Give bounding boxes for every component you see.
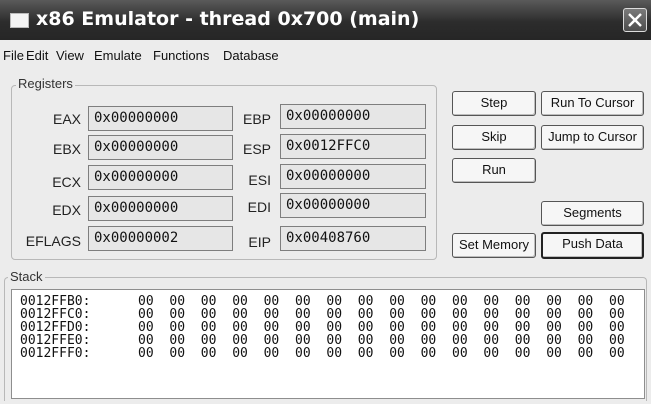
stack-byte: 00 bbox=[609, 346, 625, 361]
jump-to-cursor-button[interactable]: Jump to Cursor bbox=[541, 125, 644, 150]
register-label-eax: EAX bbox=[52, 111, 81, 127]
stack-byte: 00 bbox=[263, 346, 280, 361]
register-label-eflags: EFLAGS bbox=[25, 233, 81, 249]
window-icon bbox=[10, 13, 29, 28]
stack-legend: Stack bbox=[8, 269, 45, 284]
run-button[interactable]: Run bbox=[452, 158, 536, 183]
title-bar[interactable]: x86 Emulator - thread 0x700 (main) bbox=[0, 0, 651, 40]
register-field-ebp[interactable]: 0x00000000 bbox=[280, 104, 426, 129]
register-label-ecx: ECX bbox=[52, 174, 81, 190]
register-field-ecx[interactable]: 0x00000000 bbox=[88, 165, 233, 190]
register-label-edx: EDX bbox=[52, 202, 81, 218]
stack-row: 0012FFF0: 00 00 00 00 00 00 00 00 00 00 00 00 00 00 00 0… bbox=[20, 347, 640, 360]
register-label-esp: ESP bbox=[242, 141, 271, 157]
register-field-esi[interactable]: 0x00000000 bbox=[280, 164, 426, 189]
menu-bar: File Edit View Emulate Functions Databas… bbox=[0, 42, 651, 68]
menu-edit[interactable]: Edit bbox=[26, 48, 48, 63]
register-field-eflags[interactable]: 0x00000002 bbox=[88, 226, 233, 251]
register-field-edi[interactable]: 0x00000000 bbox=[280, 193, 426, 218]
close-icon bbox=[628, 13, 642, 27]
menu-emulate[interactable]: Emulate bbox=[94, 48, 142, 63]
stack-byte: 00 bbox=[546, 346, 562, 361]
stack-byte: 00 bbox=[420, 346, 437, 361]
segments-button[interactable]: Segments bbox=[541, 201, 644, 226]
register-label-ebp: EBP bbox=[242, 111, 271, 127]
stack-byte: 00 bbox=[389, 346, 405, 361]
push-data-button[interactable]: Push Data bbox=[541, 232, 644, 259]
stack-byte: 00 bbox=[200, 346, 217, 361]
register-field-edx[interactable]: 0x00000000 bbox=[88, 196, 233, 221]
register-label-edi: EDI bbox=[247, 199, 271, 215]
stack-byte: 00 bbox=[295, 346, 311, 361]
close-button[interactable] bbox=[623, 8, 647, 32]
stack-byte: 00 bbox=[232, 346, 248, 361]
stack-row-address: 0012FFF0: bbox=[20, 346, 91, 361]
stack-byte: 00 bbox=[138, 346, 154, 361]
register-label-ebx: EBX bbox=[52, 141, 81, 157]
step-button[interactable]: Step bbox=[452, 91, 536, 116]
menu-functions[interactable]: Functions bbox=[153, 48, 209, 63]
register-field-eip[interactable]: 0x00408760 bbox=[280, 226, 426, 251]
stack-byte: 00 bbox=[357, 346, 374, 361]
stack-view[interactable]: 0012FFB0: 00 00 00 00 00 00 00 00 00 00 00 00 00 00 00 0… bbox=[11, 289, 645, 399]
stack-byte: 00 bbox=[577, 346, 594, 361]
emulator-window: x86 Emulator - thread 0x700 (main) File … bbox=[0, 0, 651, 404]
menu-view[interactable]: View bbox=[56, 48, 84, 63]
menu-database[interactable]: Database bbox=[223, 48, 279, 63]
stack-byte: 00 bbox=[452, 346, 468, 361]
registers-legend: Registers bbox=[16, 76, 75, 91]
register-label-eip: EIP bbox=[248, 234, 271, 250]
skip-button[interactable]: Skip bbox=[452, 125, 536, 150]
register-field-esp[interactable]: 0x0012FFC0 bbox=[280, 134, 426, 159]
stack-byte: 00 bbox=[483, 346, 500, 361]
set-memory-button[interactable]: Set Memory bbox=[452, 233, 536, 258]
run-to-cursor-button[interactable]: Run To Cursor bbox=[541, 91, 644, 116]
menu-file[interactable]: File bbox=[3, 48, 24, 63]
stack-byte: 00 bbox=[326, 346, 343, 361]
register-field-eax[interactable]: 0x00000000 bbox=[88, 106, 233, 131]
register-label-esi: ESI bbox=[248, 172, 271, 188]
register-field-ebx[interactable]: 0x00000000 bbox=[88, 135, 233, 160]
stack-byte: 00 bbox=[514, 346, 531, 361]
stack-byte: 00 bbox=[169, 346, 186, 361]
window-title: x86 Emulator - thread 0x700 (main) bbox=[36, 8, 420, 30]
